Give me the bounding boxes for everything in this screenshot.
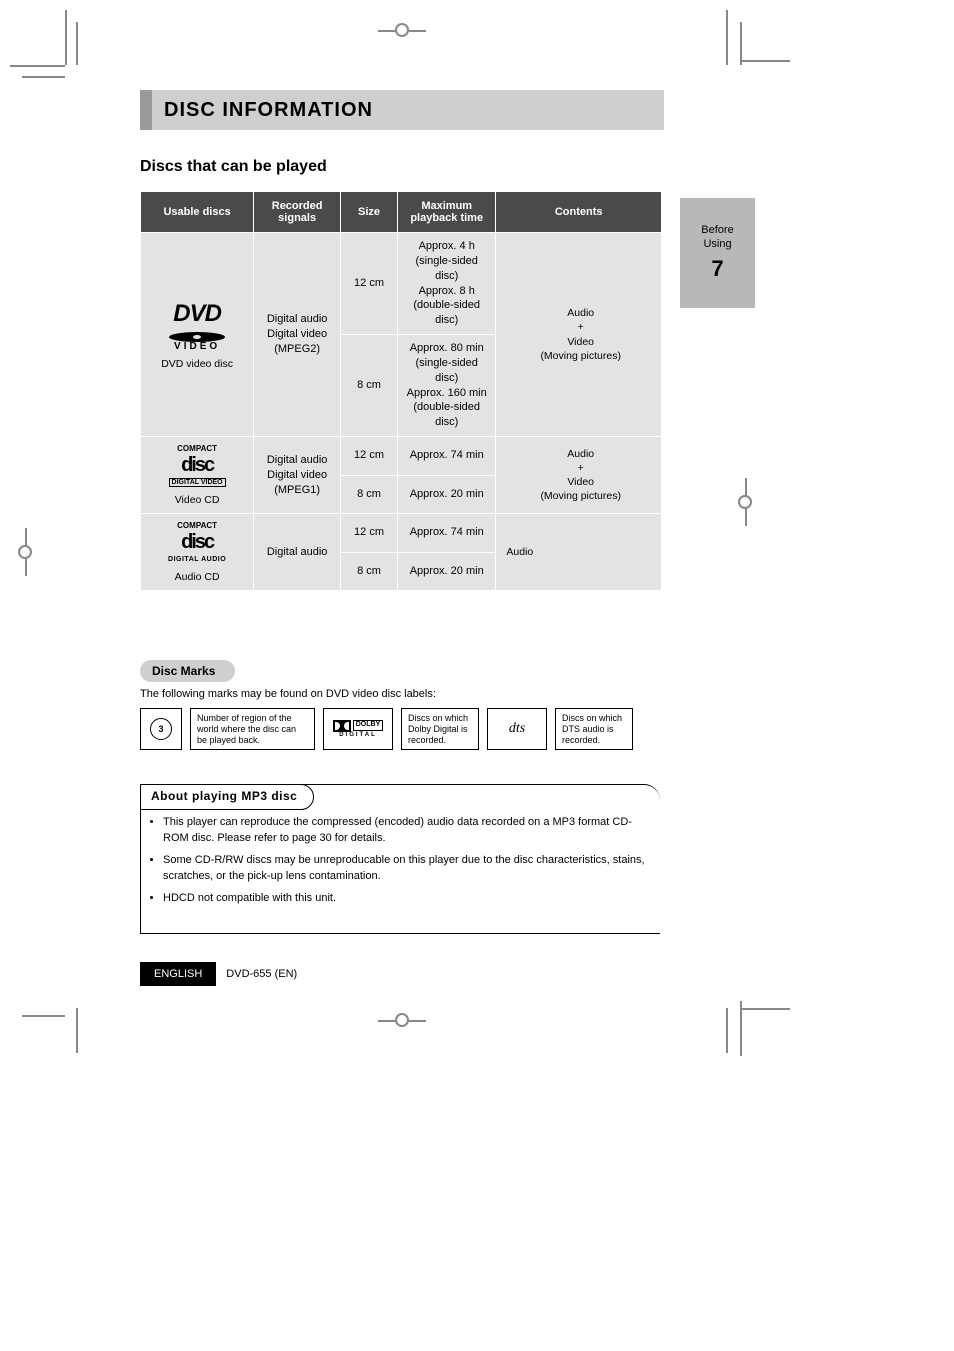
crop-mark bbox=[740, 60, 790, 62]
marks-description: The following marks may be found on DVD … bbox=[140, 688, 660, 700]
size-cell: 12 cm bbox=[341, 233, 398, 335]
crop-mark bbox=[740, 1008, 790, 1010]
language-label: ENGLISH bbox=[140, 962, 216, 986]
disc-logo-cell: DVD VIDEO DVD video disc bbox=[141, 233, 254, 437]
crop-mark bbox=[740, 22, 742, 65]
globe-icon: 3 bbox=[150, 718, 172, 740]
dolby-desc: Discs on which Dolby Digital is recorded… bbox=[401, 708, 479, 750]
content-cell: Audio bbox=[496, 514, 662, 591]
crop-mark bbox=[76, 1008, 78, 1053]
time-cell: Approx. 74 min bbox=[398, 437, 496, 476]
dvd-logo-icon: DVD VIDEO bbox=[147, 298, 247, 354]
registration-mark bbox=[745, 478, 747, 526]
region-desc: Number of region of the world where the … bbox=[190, 708, 315, 750]
crop-mark bbox=[726, 1008, 728, 1053]
signal-cell: Digital audio bbox=[254, 514, 341, 591]
dts-desc: Discs on which DTS audio is recorded. bbox=[555, 708, 633, 750]
time-cell: Approx. 20 min bbox=[398, 475, 496, 514]
page-header: DISC INFORMATION bbox=[140, 90, 664, 130]
dts-logo-icon: dts bbox=[487, 708, 547, 750]
crop-mark bbox=[22, 1015, 65, 1017]
doc-reference: DVD-655 (EN) bbox=[226, 968, 297, 980]
time-cell: Approx. 74 min bbox=[398, 514, 496, 553]
signal-text: Digital audio Digital video (MPEG2) bbox=[267, 313, 328, 355]
disc-logo-cell: COMPACT disc DIGITAL AUDIO Audio CD bbox=[141, 514, 254, 591]
tab-line2: Using bbox=[703, 237, 731, 251]
disc-name: Video CD bbox=[147, 493, 247, 507]
tab-line1: Before bbox=[701, 223, 733, 237]
disc-name: DVD video disc bbox=[147, 357, 247, 371]
marks-heading: Disc Marks bbox=[140, 660, 235, 682]
content-text: Audio + Video (Moving pictures) bbox=[506, 447, 655, 504]
time-cell: Approx. 80 min (single-sided disc) Appro… bbox=[398, 335, 496, 437]
page-footer: ENGLISH DVD-655 (EN) bbox=[140, 962, 297, 986]
col-usable: Usable discs bbox=[141, 192, 254, 233]
note-item: This player can reproduce the compressed… bbox=[163, 815, 654, 847]
time-text: Approx. 4 h (single-sided disc) Approx. … bbox=[413, 240, 480, 326]
marks-row: 3 Number of region of the world where th… bbox=[140, 708, 660, 750]
time-cell: Approx. 4 h (single-sided disc) Approx. … bbox=[398, 233, 496, 335]
registration-mark bbox=[25, 528, 27, 576]
region-globe-icon: 3 bbox=[140, 708, 182, 750]
disc-spec-table: Usable discs Recorded signals Size Maxim… bbox=[140, 192, 662, 591]
disc-name: Audio CD bbox=[147, 570, 247, 584]
disc-logo-cell: COMPACT disc DIGITAL VIDEO Video CD bbox=[141, 437, 254, 514]
crop-mark bbox=[726, 10, 728, 65]
disc-marks-section: Disc Marks The following marks may be fo… bbox=[140, 660, 660, 750]
crop-mark bbox=[22, 76, 65, 78]
dolby-logo-icon: DOLBY DIGITAL bbox=[323, 708, 393, 750]
size-cell: 8 cm bbox=[341, 335, 398, 437]
content-text: Audio + Video (Moving pictures) bbox=[506, 306, 655, 363]
content-cell: Audio + Video (Moving pictures) bbox=[496, 437, 662, 514]
page-tab: Before Using 7 bbox=[680, 198, 755, 308]
time-cell: Approx. 20 min bbox=[398, 552, 496, 591]
region-number: 3 bbox=[158, 724, 163, 735]
signal-cell: Digital audio Digital video (MPEG2) bbox=[254, 233, 341, 437]
size-cell: 12 cm bbox=[341, 437, 398, 476]
size-cell: 12 cm bbox=[341, 514, 398, 553]
col-signals: Recorded signals bbox=[254, 192, 341, 233]
registration-mark bbox=[378, 1020, 426, 1022]
registration-mark bbox=[378, 30, 426, 32]
size-cell: 8 cm bbox=[341, 475, 398, 514]
page-number: 7 bbox=[711, 255, 723, 284]
crop-mark bbox=[65, 10, 67, 65]
col-time: Maximum playback time bbox=[398, 192, 496, 233]
cd-logo-icon: COMPACT disc DIGITAL AUDIO bbox=[166, 520, 228, 564]
vcd-logo-icon: COMPACT disc DIGITAL VIDEO bbox=[169, 443, 226, 487]
signal-cell: Digital audio Digital video (MPEG1) bbox=[254, 437, 341, 514]
note-item: HDCD not compatible with this unit. bbox=[163, 891, 654, 907]
size-cell: 8 cm bbox=[341, 552, 398, 591]
section-subtitle: Discs that can be played bbox=[140, 158, 327, 176]
crop-mark bbox=[10, 65, 65, 67]
col-contents: Contents bbox=[496, 192, 662, 233]
note-heading: About playing MP3 disc bbox=[140, 784, 314, 810]
content-cell: Audio + Video (Moving pictures) bbox=[496, 233, 662, 437]
note-item: Some CD-R/RW discs may be unreproducable… bbox=[163, 853, 654, 885]
time-text: Approx. 80 min (single-sided disc) Appro… bbox=[407, 342, 487, 428]
col-size: Size bbox=[341, 192, 398, 233]
crop-mark bbox=[76, 22, 78, 65]
page-title: DISC INFORMATION bbox=[164, 99, 373, 122]
note-section: About playing MP3 disc This player can r… bbox=[140, 784, 660, 934]
signal-text: Digital audio Digital video (MPEG1) bbox=[267, 454, 328, 496]
